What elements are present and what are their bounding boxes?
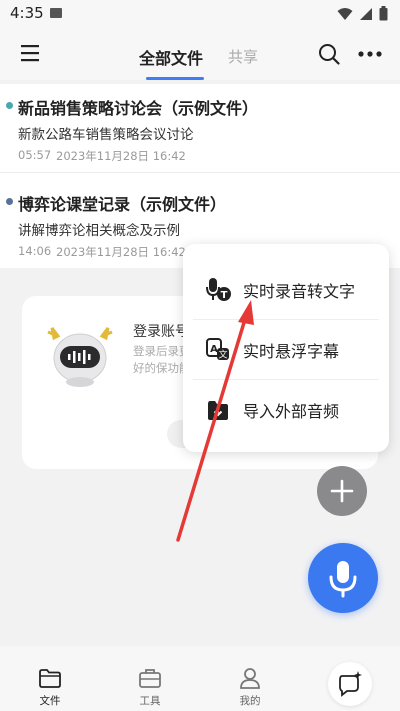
microphone-icon	[329, 561, 357, 598]
nav-item-tools[interactable]: 工具	[125, 666, 175, 708]
tab-shared[interactable]: 共享	[228, 46, 258, 67]
more-icon[interactable]	[358, 50, 382, 58]
svg-text:T: T	[221, 290, 228, 301]
import-audio-icon	[208, 401, 228, 420]
file-title: 新品销售策略讨论会（示例文件）	[18, 99, 259, 118]
float-caption-icon: A 文	[206, 338, 229, 361]
status-time: 4:35	[10, 4, 44, 22]
search-icon[interactable]	[318, 43, 340, 65]
create-menu-popup: T 实时录音转文字 A 文 实时悬浮字幕 导入外部音频	[183, 244, 389, 452]
tab-all-files[interactable]: 全部文件	[139, 45, 203, 69]
file-description: 讲解博弈论相关概念及示例	[18, 223, 180, 239]
file-date: 2023年11月28日 16:42	[56, 149, 186, 163]
plus-icon	[330, 479, 354, 503]
menu-item-label: 导入外部音频	[243, 402, 340, 421]
signal-icon	[360, 7, 372, 20]
svg-text:文: 文	[218, 349, 227, 361]
person-icon	[240, 668, 260, 689]
battery-icon	[379, 6, 388, 21]
folder-icon	[39, 669, 61, 688]
file-duration: 05:57	[18, 148, 52, 162]
login-card-title: 登录账号	[133, 324, 189, 340]
chat-sparkle-icon	[339, 671, 362, 697]
add-button[interactable]	[317, 466, 367, 516]
file-date: 2023年11月28日 16:42	[56, 245, 186, 259]
svg-text:A: A	[210, 344, 218, 355]
file-status-dot	[6, 102, 13, 109]
list-divider	[0, 172, 400, 173]
menu-item-label: 实时悬浮字幕	[243, 342, 340, 361]
menu-item-label: 实时录音转文字	[243, 282, 356, 301]
nav-item-files[interactable]: 文件	[25, 666, 75, 708]
file-title: 博弈论课堂记录（示例文件）	[18, 195, 227, 214]
file-status-dot	[6, 198, 13, 205]
active-tab-indicator	[146, 77, 204, 80]
status-icons	[337, 6, 388, 21]
ai-chat-button[interactable]	[328, 662, 372, 706]
nav-label: 文件	[39, 695, 61, 707]
menu-item-floating-captions[interactable]: A 文 实时悬浮字幕	[183, 319, 389, 379]
nav-label: 我的	[239, 695, 261, 707]
record-button[interactable]	[308, 543, 378, 613]
toolbox-icon	[139, 669, 161, 688]
menu-item-import-audio[interactable]: 导入外部音频	[183, 379, 389, 439]
file-list: 新品销售策略讨论会（示例文件） 新款公路车销售策略会议讨论 05:57 2023…	[0, 84, 400, 268]
image-notification-icon	[50, 8, 62, 18]
wifi-icon	[337, 7, 353, 20]
nav-item-me[interactable]: 我的	[225, 666, 275, 708]
file-duration: 14:06	[18, 244, 52, 258]
mic-text-icon: T	[206, 278, 231, 301]
menu-item-realtime-transcribe[interactable]: T 实时录音转文字	[183, 259, 389, 319]
robot-mascot-icon	[47, 327, 113, 387]
file-description: 新款公路车销售策略会议讨论	[18, 127, 194, 143]
nav-label: 工具	[139, 695, 161, 707]
file-item[interactable]: 新品销售策略讨论会（示例文件） 新款公路车销售策略会议讨论 05:57 2023…	[0, 84, 400, 168]
menu-icon[interactable]	[20, 44, 40, 62]
